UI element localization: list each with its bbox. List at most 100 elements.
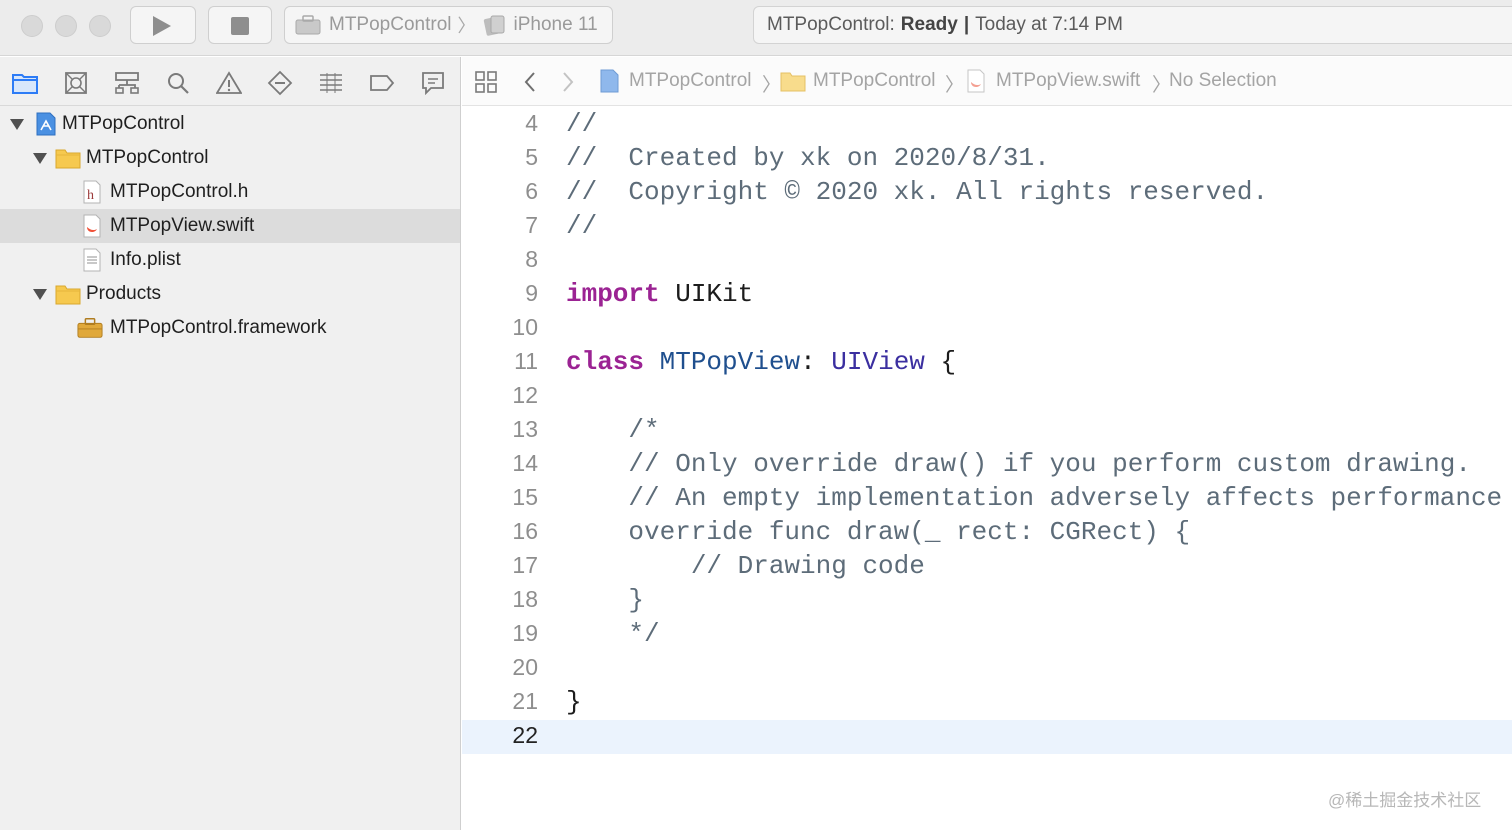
line-number: 8 bbox=[525, 246, 538, 272]
play-icon bbox=[153, 16, 171, 36]
line-number: 9 bbox=[525, 280, 538, 306]
current-code-line[interactable]: 22 bbox=[462, 720, 1512, 754]
chevron-right-icon: 〉 bbox=[945, 75, 965, 96]
code-comment: */ bbox=[566, 619, 660, 649]
jumpbar-symbol[interactable]: No Selection bbox=[1169, 70, 1277, 92]
line-number: 16 bbox=[512, 518, 538, 544]
tree-item-swift-file[interactable]: MTPopView.swift bbox=[0, 209, 460, 243]
minimize-window-button[interactable] bbox=[55, 15, 77, 37]
open-brace: { bbox=[924, 347, 957, 377]
code-line: 12 bbox=[462, 380, 1512, 414]
jump-bar: MTPopControl 〉 MTPopControl 〉 MTPopView.… bbox=[462, 57, 1512, 106]
source-editor: MTPopControl 〉 MTPopControl 〉 MTPopView.… bbox=[462, 57, 1512, 830]
status-divider: | bbox=[963, 14, 970, 35]
back-arrow-icon[interactable] bbox=[522, 70, 538, 94]
folder-icon bbox=[780, 72, 806, 92]
line-number: 5 bbox=[525, 144, 538, 170]
keyword-import: import bbox=[566, 279, 660, 309]
tree-item-label: MTPopControl bbox=[86, 147, 209, 168]
status-project: MTPopControl: bbox=[767, 14, 895, 35]
colon: : bbox=[800, 347, 832, 377]
close-window-button[interactable] bbox=[21, 15, 43, 37]
code-line: 11 class MTPopView: UIView { bbox=[462, 346, 1512, 380]
stop-button[interactable] bbox=[208, 6, 272, 44]
code-comment: // bbox=[566, 109, 598, 139]
debug-icon[interactable] bbox=[318, 70, 344, 96]
code-line: 18 } bbox=[462, 584, 1512, 618]
jumpbar-group[interactable]: MTPopControl bbox=[813, 70, 936, 92]
tree-item-label: MTPopControl.framework bbox=[110, 317, 327, 338]
scheme-device-label: iPhone 11 bbox=[513, 14, 598, 35]
code-line: 15 // An empty implementation adversely … bbox=[462, 482, 1512, 516]
line-number: 12 bbox=[512, 382, 538, 408]
tree-item-products-group[interactable]: Products bbox=[0, 277, 460, 311]
swift-file-icon bbox=[967, 69, 985, 93]
line-number: 17 bbox=[512, 552, 538, 578]
framework-icon bbox=[77, 317, 103, 338]
tree-item-project[interactable]: MTPopControl bbox=[0, 107, 460, 141]
zoom-window-button[interactable] bbox=[89, 15, 111, 37]
code-comment: override func draw(_ rect: CGRect) { bbox=[566, 517, 1191, 547]
find-icon[interactable] bbox=[165, 70, 191, 96]
tree-item-plist-file[interactable]: Info.plist bbox=[0, 243, 460, 277]
module-name: UIKit bbox=[659, 279, 754, 309]
code-comment: // Copyright © 2020 xk. All rights reser… bbox=[566, 177, 1269, 207]
class-name: MTPopView bbox=[659, 347, 801, 377]
framework-target-icon bbox=[295, 15, 321, 35]
run-button[interactable] bbox=[130, 6, 196, 44]
status-state: Ready bbox=[900, 14, 958, 35]
chevron-right-icon: 〉 bbox=[762, 75, 782, 96]
report-icon[interactable] bbox=[420, 70, 446, 96]
code-comment: /* bbox=[566, 415, 660, 445]
watermark: @稀土掘金技术社区 bbox=[1328, 791, 1482, 810]
code-line: 6 // Copyright © 2020 xk. All rights res… bbox=[462, 176, 1512, 210]
scheme-selector[interactable]: MTPopControl 〉 iPhone 11 bbox=[284, 6, 613, 44]
tree-item-label: MTPopControl bbox=[62, 113, 185, 134]
symbol-navigator-icon[interactable] bbox=[114, 70, 140, 96]
source-control-icon[interactable] bbox=[63, 70, 89, 96]
disclosure-triangle-icon[interactable] bbox=[10, 119, 24, 130]
line-number: 4 bbox=[525, 110, 538, 136]
test-icon[interactable] bbox=[267, 70, 293, 96]
code-text: } bbox=[566, 687, 582, 717]
svg-text:h: h bbox=[87, 188, 94, 203]
line-number: 6 bbox=[525, 178, 538, 204]
code-line: 10 bbox=[462, 312, 1512, 346]
tree-item-framework[interactable]: MTPopControl.framework bbox=[0, 311, 460, 345]
code-comment: // bbox=[566, 211, 598, 241]
keyword-class: class bbox=[566, 347, 645, 377]
breakpoint-icon[interactable] bbox=[369, 70, 395, 96]
line-number: 15 bbox=[512, 484, 538, 510]
code-line: 14 // Only override draw() if you perfor… bbox=[462, 448, 1512, 482]
header-file-icon: h bbox=[83, 180, 101, 204]
simulator-device-icon bbox=[483, 15, 504, 36]
project-navigator-icon[interactable] bbox=[12, 70, 38, 96]
disclosure-triangle-icon[interactable] bbox=[33, 153, 47, 164]
jumpbar-project[interactable]: MTPopControl bbox=[629, 70, 752, 92]
scheme-target-label: MTPopControl bbox=[329, 14, 452, 35]
code-line: 13 /* bbox=[462, 414, 1512, 448]
issue-icon[interactable] bbox=[216, 70, 242, 96]
line-number: 14 bbox=[512, 450, 538, 476]
xcode-project-icon bbox=[600, 69, 619, 93]
line-number: 22 bbox=[512, 722, 538, 748]
line-number: 7 bbox=[525, 212, 538, 238]
jumpbar-file[interactable]: MTPopView.swift bbox=[996, 70, 1140, 92]
status-time: Today at 7:14 PM bbox=[975, 14, 1124, 35]
line-number: 21 bbox=[512, 688, 538, 714]
related-items-grid-icon[interactable] bbox=[474, 70, 498, 94]
tree-item-group[interactable]: MTPopControl bbox=[0, 141, 460, 175]
forward-arrow-icon[interactable] bbox=[560, 70, 576, 94]
code-comment: // Drawing code bbox=[566, 551, 925, 581]
disclosure-triangle-icon[interactable] bbox=[33, 289, 47, 300]
code-line: 16 override func draw(_ rect: CGRect) { bbox=[462, 516, 1512, 550]
toolbar: MTPopControl 〉 iPhone 11 MTPopControl: R… bbox=[0, 0, 1512, 56]
tree-item-label: Products bbox=[86, 283, 161, 304]
line-number: 13 bbox=[512, 416, 538, 442]
code-line: 8 bbox=[462, 244, 1512, 278]
xcode-project-icon bbox=[36, 112, 56, 136]
tree-item-header-file[interactable]: h MTPopControl.h bbox=[0, 175, 460, 209]
code-comment: // Only override draw() if you perform c… bbox=[566, 449, 1471, 479]
plist-file-icon bbox=[83, 248, 101, 272]
code-line: 17 // Drawing code bbox=[462, 550, 1512, 584]
